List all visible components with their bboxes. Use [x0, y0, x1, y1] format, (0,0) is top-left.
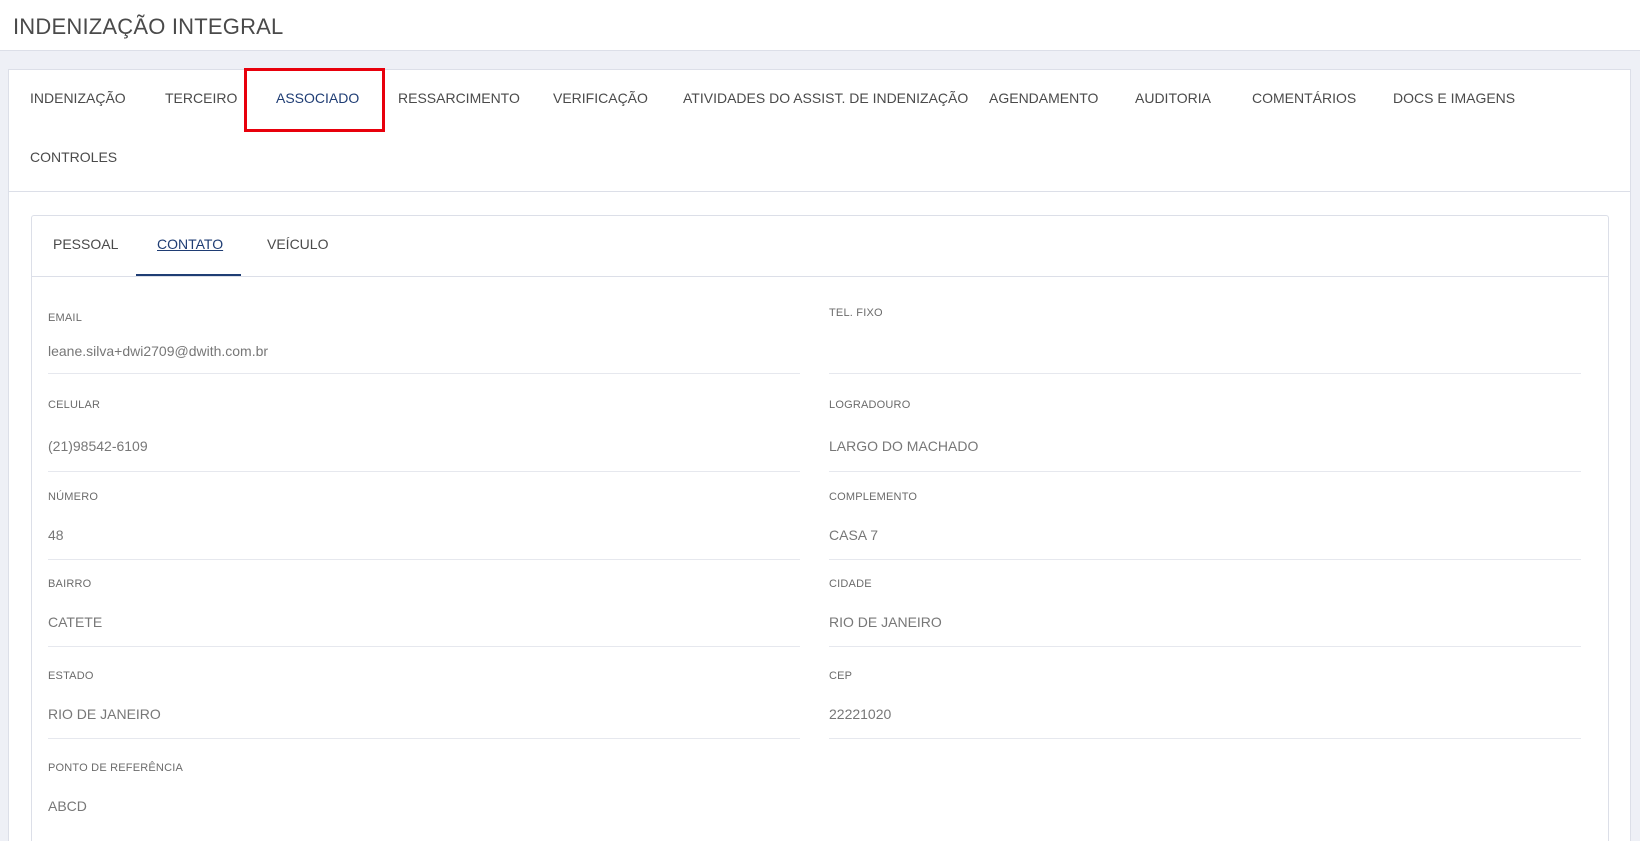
subtab-veiculo[interactable]: VEÍCULO: [267, 236, 328, 252]
field-celular: CELULAR (21)98542-6109: [48, 388, 800, 472]
field-estado: ESTADO RIO DE JANEIRO: [48, 659, 800, 739]
estado-value[interactable]: RIO DE JANEIRO: [48, 706, 161, 722]
field-bairro: BAIRRO CATETE: [48, 567, 800, 647]
tab-agendamento[interactable]: AGENDAMENTO: [989, 90, 1098, 106]
cidade-label: CIDADE: [829, 578, 872, 590]
tab-indenizacao[interactable]: INDENIZAÇÃO: [30, 90, 126, 106]
main-card: INDENIZAÇÃO TERCEIRO ASSOCIADO RESSARCIM…: [8, 68, 1631, 841]
cidade-value[interactable]: RIO DE JANEIRO: [829, 614, 942, 630]
estado-label: ESTADO: [48, 670, 94, 682]
bairro-value[interactable]: CATETE: [48, 614, 102, 630]
complemento-value[interactable]: CASA 7: [829, 527, 878, 543]
associado-panel: PESSOAL CONTATO VEÍCULO EMAIL leane.silv…: [31, 215, 1609, 841]
bairro-label: BAIRRO: [48, 578, 92, 590]
tab-comentarios[interactable]: COMENTÁRIOS: [1252, 90, 1356, 106]
email-label: EMAIL: [48, 312, 83, 324]
subtab-pessoal[interactable]: PESSOAL: [53, 236, 118, 252]
tab-associado[interactable]: ASSOCIADO: [276, 90, 359, 106]
celular-label: CELULAR: [48, 399, 101, 411]
tab-atividades-assist-indenizacao[interactable]: ATIVIDADES DO ASSIST. DE INDENIZAÇÃO: [683, 90, 968, 106]
tab-ressarcimento[interactable]: RESSARCIMENTO: [398, 90, 520, 106]
cep-label: CEP: [829, 670, 853, 682]
field-tel-fixo: TEL. FIXO: [829, 301, 1581, 374]
active-subtab-indicator: [136, 274, 241, 276]
complemento-label: COMPLEMENTO: [829, 491, 918, 503]
subtab-contato[interactable]: CONTATO: [157, 236, 223, 252]
numero-value[interactable]: 48: [48, 527, 64, 543]
field-cep: CEP 22221020: [829, 659, 1581, 739]
ponto-referencia-label: PONTO DE REFERÊNCIA: [48, 762, 184, 774]
page-header: INDENIZAÇÃO INTEGRAL: [0, 0, 1640, 51]
cep-value[interactable]: 22221020: [829, 706, 891, 722]
tab-auditoria[interactable]: AUDITORIA: [1135, 90, 1211, 106]
logradouro-value[interactable]: LARGO DO MACHADO: [829, 438, 978, 454]
main-tab-bar: INDENIZAÇÃO TERCEIRO ASSOCIADO RESSARCIM…: [9, 68, 1630, 192]
tel-fixo-label: TEL. FIXO: [829, 307, 883, 319]
field-cidade: CIDADE RIO DE JANEIRO: [829, 567, 1581, 647]
tab-docs-e-imagens[interactable]: DOCS E IMAGENS: [1393, 90, 1515, 106]
tab-verificacao[interactable]: VERIFICAÇÃO: [553, 90, 648, 106]
logradouro-label: LOGRADOURO: [829, 399, 911, 411]
tab-terceiro[interactable]: TERCEIRO: [165, 90, 237, 106]
field-logradouro: LOGRADOURO LARGO DO MACHADO: [829, 388, 1581, 472]
ponto-referencia-value[interactable]: ABCD: [48, 798, 87, 814]
field-ponto-referencia: PONTO DE REFERÊNCIA ABCD: [48, 750, 800, 840]
celular-value[interactable]: (21)98542-6109: [48, 438, 148, 454]
email-value[interactable]: leane.silva+dwi2709@dwith.com.br: [48, 343, 268, 359]
field-numero: NÚMERO 48: [48, 480, 800, 560]
page-title: INDENIZAÇÃO INTEGRAL: [13, 14, 284, 39]
numero-label: NÚMERO: [48, 491, 99, 503]
tab-controles[interactable]: CONTROLES: [30, 149, 117, 165]
field-complemento: COMPLEMENTO CASA 7: [829, 480, 1581, 560]
sub-tab-bar: PESSOAL CONTATO VEÍCULO: [32, 216, 1608, 277]
field-email: EMAIL leane.silva+dwi2709@dwith.com.br: [48, 301, 800, 374]
